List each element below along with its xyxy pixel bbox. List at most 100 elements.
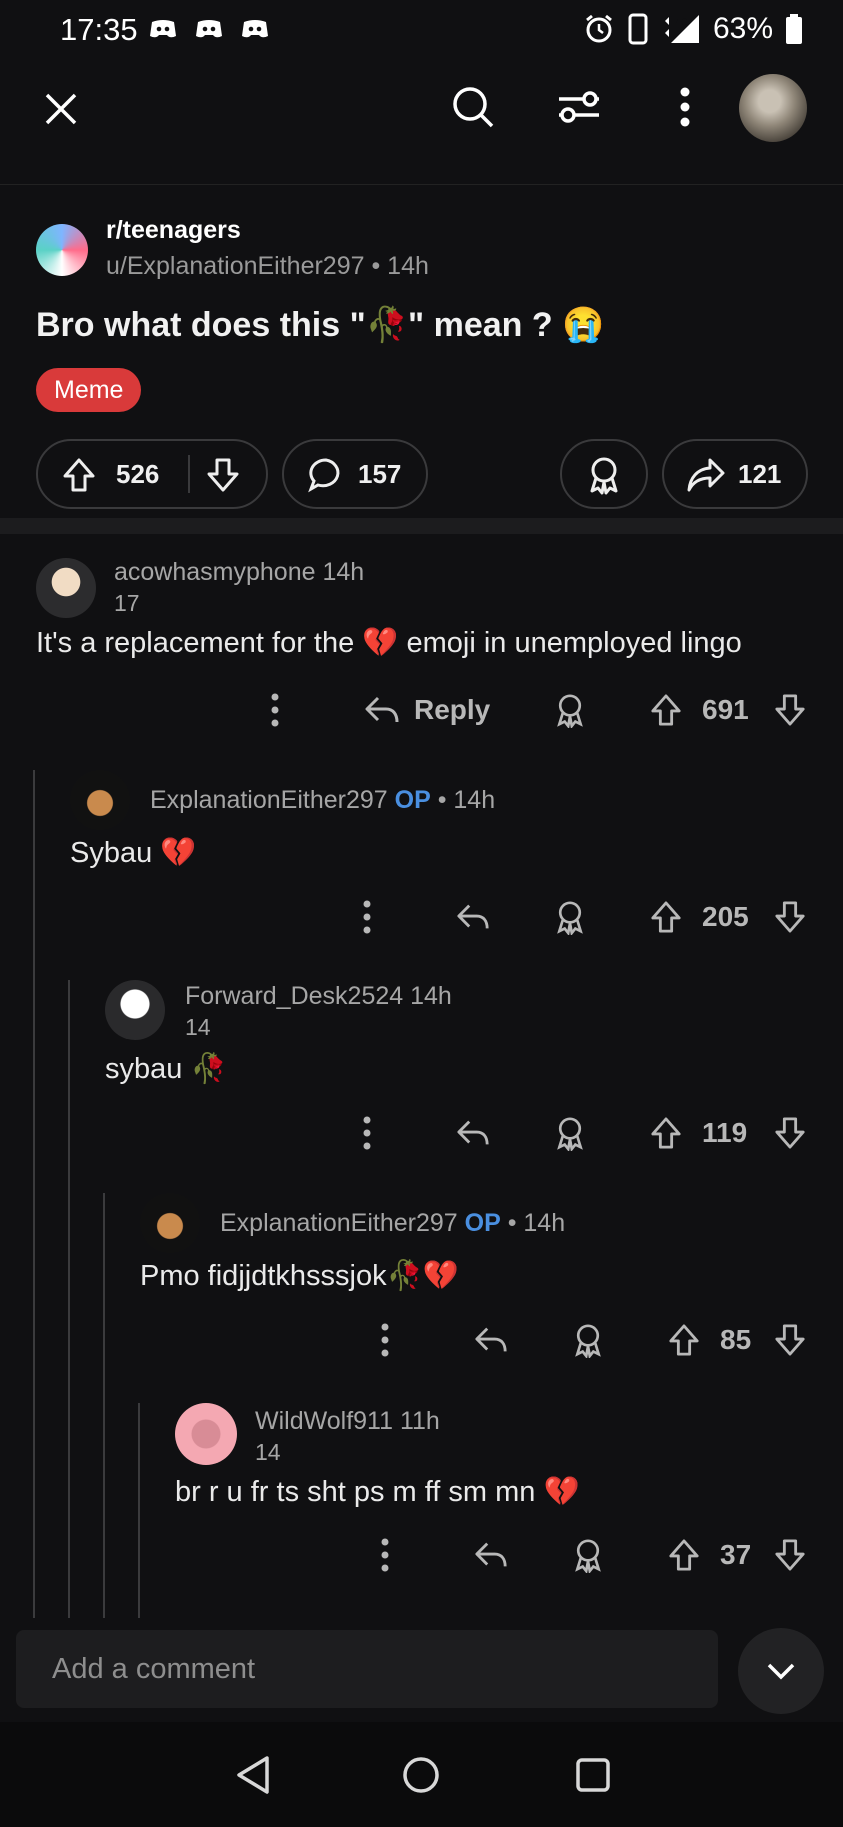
status-bar: 17:35 4G 63% xyxy=(0,0,843,62)
comment-username[interactable]: WildWolf911 xyxy=(255,1407,393,1435)
battery-icon xyxy=(786,14,802,44)
upvote-icon[interactable] xyxy=(650,900,682,934)
downvote-icon[interactable] xyxy=(774,1323,806,1357)
svg-text:4G: 4G xyxy=(675,17,689,28)
comment-time: 14h xyxy=(410,982,452,1010)
comment-username[interactable]: Forward_Desk2524 xyxy=(185,982,403,1010)
comment-text: sybau 🥀 xyxy=(105,1053,227,1085)
comment-icon xyxy=(308,457,344,500)
comments-button[interactable]: 157 xyxy=(282,439,428,509)
share-icon xyxy=(686,457,726,500)
comment-username[interactable]: ExplanationEither297 xyxy=(150,786,388,814)
scroll-down-button[interactable] xyxy=(738,1628,824,1714)
discord-icon xyxy=(196,20,222,38)
filter-icon[interactable] xyxy=(554,82,604,132)
comment: Forward_Desk2524 14h 14 sybau 🥀 119 xyxy=(0,980,843,1160)
back-icon[interactable] xyxy=(228,1750,278,1800)
upvote-icon[interactable] xyxy=(62,457,96,500)
commenter-avatar[interactable] xyxy=(36,558,96,618)
commenter-avatar[interactable] xyxy=(70,770,130,830)
comment-actions: 205 xyxy=(0,892,843,942)
post-upvote-count: 526 xyxy=(116,459,160,489)
comment-text: It's a replacement for the 💔 emoji in un… xyxy=(36,627,742,659)
more-options-icon[interactable] xyxy=(660,82,710,132)
downvote-icon[interactable] xyxy=(774,693,806,727)
comment: acowhasmyphone 14h 17 It's a replacement… xyxy=(0,550,843,750)
comment-actions: 37 xyxy=(0,1530,843,1580)
downvote-icon[interactable] xyxy=(774,900,806,934)
top-app-bar xyxy=(0,62,843,185)
status-time: 17:35 xyxy=(60,12,138,47)
op-badge: OP xyxy=(394,786,431,814)
comment-username[interactable]: ExplanationEither297 xyxy=(220,1209,458,1237)
more-options-icon[interactable] xyxy=(380,1538,390,1572)
reply-icon[interactable] xyxy=(474,1325,508,1355)
post-author-line: u/ExplanationEither297 • 14h xyxy=(106,252,429,281)
comment-username[interactable]: acowhasmyphone xyxy=(114,558,316,586)
user-flair: 14 xyxy=(185,1014,211,1040)
op-badge: OP xyxy=(464,1209,501,1237)
comment-vote-count: 85 xyxy=(720,1324,752,1355)
reply-button[interactable]: Reply xyxy=(364,694,490,726)
post-title[interactable]: Bro what does this "🥀" mean ? 😭 xyxy=(36,305,604,345)
battery-percent: 63% xyxy=(712,12,773,45)
subreddit-icon[interactable] xyxy=(36,224,88,276)
post-author[interactable]: u/ExplanationEither297 xyxy=(106,252,365,280)
comment-time: 14h xyxy=(322,558,365,586)
comment-actions: 85 xyxy=(0,1315,843,1365)
subreddit-name[interactable]: r/teenagers xyxy=(106,216,241,245)
close-icon[interactable] xyxy=(36,84,86,134)
award-icon[interactable] xyxy=(572,1537,604,1573)
comment-text: br r u fr ts sht ps m ff sm mn 💔 xyxy=(175,1476,580,1508)
comment: WildWolf911 11h 14 br r u fr ts sht ps m… xyxy=(0,1403,843,1583)
downvote-icon[interactable] xyxy=(206,457,240,500)
comment-vote-count: 205 xyxy=(702,901,749,932)
more-options-icon[interactable] xyxy=(380,1323,390,1357)
comment-actions: Reply 691 xyxy=(0,685,843,735)
comment-time: • 14h xyxy=(437,786,496,814)
recents-icon[interactable] xyxy=(568,1750,618,1800)
reply-icon xyxy=(365,696,399,723)
more-options-icon[interactable] xyxy=(270,693,280,727)
comment: ExplanationEither297 OP • 14h Sybau 💔 20… xyxy=(0,770,843,950)
comment: ExplanationEither297 OP • 14h Pmo fidjjd… xyxy=(0,1193,843,1373)
upvote-icon[interactable] xyxy=(668,1323,700,1357)
discord-icon xyxy=(242,20,268,38)
post-divider xyxy=(0,518,843,534)
comment-text: Pmo fidjjdtkhsssjok🥀💔 xyxy=(140,1260,459,1292)
downvote-icon[interactable] xyxy=(774,1116,806,1150)
system-nav-bar xyxy=(0,1722,843,1827)
share-button[interactable]: 121 xyxy=(662,439,808,509)
upvote-icon[interactable] xyxy=(650,693,682,727)
reply-icon[interactable] xyxy=(456,902,490,932)
more-options-icon[interactable] xyxy=(362,900,372,934)
award-icon[interactable] xyxy=(572,1322,604,1358)
commenter-avatar[interactable] xyxy=(175,1403,237,1465)
reply-label: Reply xyxy=(414,694,491,725)
add-comment-input[interactable]: Add a comment xyxy=(16,1630,718,1708)
signal-icon: 4G xyxy=(664,15,699,43)
alarm-icon xyxy=(586,14,612,43)
comment-actions: 119 xyxy=(0,1108,843,1158)
user-avatar[interactable] xyxy=(739,74,807,142)
award-icon[interactable] xyxy=(554,899,586,935)
reply-icon[interactable] xyxy=(456,1118,490,1148)
award-icon[interactable] xyxy=(554,692,586,728)
vote-divider xyxy=(188,455,190,493)
post-share-count: 121 xyxy=(738,459,782,489)
commenter-avatar[interactable] xyxy=(140,1193,200,1253)
post-flair[interactable]: Meme xyxy=(36,368,142,412)
search-icon[interactable] xyxy=(448,82,498,132)
award-button[interactable] xyxy=(560,439,648,509)
post-age: • 14h xyxy=(371,252,429,280)
more-options-icon[interactable] xyxy=(362,1116,372,1150)
reply-icon[interactable] xyxy=(474,1540,508,1570)
upvote-icon[interactable] xyxy=(650,1116,682,1150)
home-icon[interactable] xyxy=(396,1750,446,1800)
comment-time: • 14h xyxy=(507,1209,566,1237)
downvote-icon[interactable] xyxy=(774,1538,806,1572)
upvote-icon[interactable] xyxy=(668,1538,700,1572)
award-icon[interactable] xyxy=(554,1115,586,1151)
post-comment-count: 157 xyxy=(358,459,402,489)
commenter-avatar[interactable] xyxy=(105,980,165,1040)
